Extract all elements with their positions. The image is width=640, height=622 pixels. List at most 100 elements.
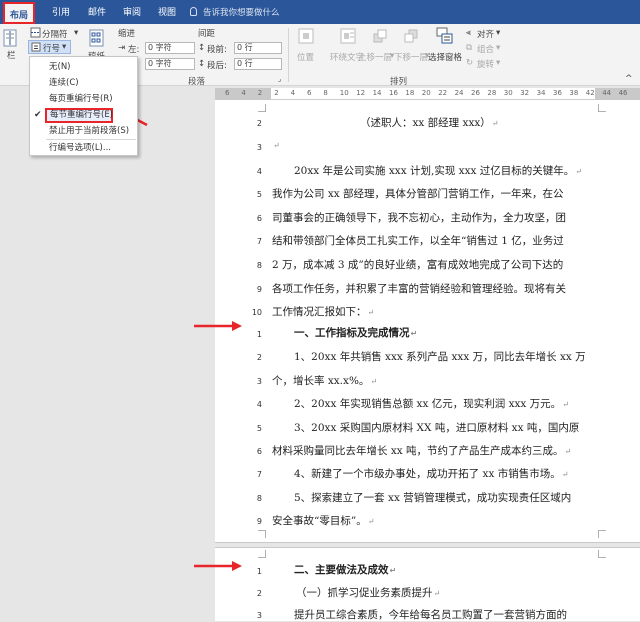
tab-review[interactable]: 审阅	[123, 5, 141, 18]
line-number: 5	[256, 190, 262, 199]
line-number: 8	[256, 261, 262, 270]
annotation-arrow-icon	[194, 321, 242, 331]
ruler-tick-label: 2	[257, 89, 263, 97]
align-button[interactable]: 对齐	[477, 28, 494, 40]
line-numbers-dropdown: 无(N) 连续(C) 每页重编行号(R) ✔ 每节重编行号(E) 禁止用于当前段…	[29, 56, 138, 156]
separator-icon	[30, 27, 41, 38]
indent-left-input[interactable]: 0 字符	[145, 42, 195, 54]
doc-line: 个，增长率 xx.x%。↵	[272, 375, 378, 387]
spacing-after-label: 段后:	[207, 61, 227, 71]
tab-view[interactable]: 视图	[158, 5, 176, 18]
tab-mailings[interactable]: 邮件	[88, 5, 106, 18]
menu-item-continuous[interactable]: 连续(C)	[30, 76, 137, 90]
checkmark-icon: ✔	[34, 110, 42, 120]
dialog-launcher-icon[interactable]: ⌟	[278, 75, 281, 83]
ruler-tick-label: 42	[585, 89, 595, 97]
spacing-after-input[interactable]: 0 行	[234, 58, 282, 70]
document-background	[0, 86, 215, 621]
group-button[interactable]: 组合	[477, 43, 494, 55]
chevron-down-icon: ▾	[74, 28, 79, 38]
rotate-button[interactable]: 旋转	[477, 58, 494, 70]
tell-me-box[interactable]: 告诉我你想要做什么	[190, 6, 280, 18]
line-number: 4	[256, 400, 262, 409]
ruler-tick-label: 38	[569, 89, 579, 97]
send-backward-button[interactable]: 下移一层	[394, 51, 428, 63]
draft-paper-icon[interactable]	[89, 29, 104, 47]
ruler-tick-label: 34	[536, 89, 546, 97]
spacing-after-icon: ↕	[198, 59, 206, 69]
chevron-down-icon: ▾	[496, 43, 501, 53]
doc-line: 材料采购量同比去年增长 xx 吨，节约了产品生产成本约三成。↵	[272, 445, 572, 457]
margin-corner-mark	[598, 530, 606, 538]
line-number: 2	[256, 353, 262, 362]
doc-line: 2、20xx 年实现销售总额 xx 亿元，现实利润 xxx 万元。↵	[294, 398, 569, 410]
position-button[interactable]: 位置	[297, 51, 314, 63]
horizontal-ruler[interactable]: 6 4 2 2 4 6 8 10 12 14 16 18 20 22 24 26 28 30 32 34 36 38 42 4…	[215, 88, 640, 100]
group-icon: ⧉	[466, 43, 473, 53]
doc-line: 提升员工综合素质，今年给每名员工购置了一套营销方面的	[294, 609, 567, 621]
margin-corner-mark	[598, 550, 606, 558]
indent-right-input[interactable]: 0 字符	[145, 58, 195, 70]
ruler-tick-label: 22	[438, 89, 448, 97]
menu-item-none[interactable]: 无(N)	[30, 60, 137, 74]
menu-item-restart-each-section[interactable]: 每节重编行号(E)	[45, 108, 113, 123]
ruler-tick-label: 32	[520, 89, 530, 97]
page-break-gap	[215, 542, 640, 548]
annotation-arrow-icon	[194, 561, 242, 571]
section-heading: 二、主要做法及成效↵	[294, 564, 397, 576]
line-number: 1	[256, 567, 262, 576]
ruler-tick-label: 2	[274, 89, 279, 97]
ruler-tick-label: 14	[372, 89, 382, 97]
line-numbers-label: 行号	[43, 44, 61, 54]
doc-line: 3、20xx 采购国内原材料 XX 吨，进口原材料 xx 吨，国内原	[294, 422, 580, 434]
doc-line: 1、20xx 年共销售 xxx 系列产品 xxx 万，同比去年增长 xx 万	[294, 351, 586, 363]
ruler-tick-label: 20	[421, 89, 431, 97]
tell-me-text: 告诉我你想要做什么	[203, 8, 280, 18]
selection-pane-button[interactable]: 选择窗格	[428, 51, 462, 63]
ruler-tick-label: 44	[602, 89, 612, 97]
ruler-tick-label: 4	[290, 89, 296, 97]
ruler-tick-label: 6	[307, 89, 312, 97]
doc-line: 司董事会的正确领导下，我不忘初心，主动作为，全力攻坚，团	[272, 212, 566, 224]
chevron-down-icon: ▾	[496, 58, 501, 68]
ruler-tick-label: 46	[618, 89, 628, 97]
ruler-tick-label: 16	[389, 89, 398, 97]
doc-line: ↵	[273, 141, 280, 150]
wrap-text-icon	[340, 28, 356, 44]
ruler-tick-label: 26	[471, 89, 480, 97]
bring-forward-icon	[373, 29, 387, 43]
ruler-tick-label: 6	[225, 89, 230, 97]
indent-left-label: 左:	[128, 45, 140, 55]
margin-corner-mark	[598, 104, 606, 112]
group-separator	[288, 28, 289, 82]
separator-button[interactable]: 分隔符	[42, 28, 68, 40]
line-number: 10	[251, 308, 262, 317]
chevron-down-icon: ▾	[496, 28, 501, 38]
indent-left-icon: ⇥	[118, 43, 126, 53]
bring-forward-button[interactable]: 上移一层	[358, 51, 392, 63]
section-heading: 一、工作指标及完成情况↵	[294, 327, 418, 339]
spacing-before-input[interactable]: 0 行	[234, 42, 282, 54]
menu-item-line-numbering-options[interactable]: 行编号选项(L)...	[30, 141, 137, 155]
doc-line: 2 万，成本减 3 成”的良好业绩，富有成效地完成了公司下达的	[272, 259, 564, 271]
ruler-tick-label: 8	[323, 89, 328, 97]
doc-line: 5、探索建立了一套 xx 营销管理模式，成功实现责任区域内	[294, 492, 572, 504]
ruler-tick-label: 28	[487, 89, 497, 97]
collapse-ribbon-icon[interactable]: ^	[625, 74, 633, 84]
tab-references[interactable]: 引用	[52, 5, 70, 18]
doc-line: 各项工作任务，并积累了丰富的营销经验和管理经验。现将有关	[272, 283, 566, 295]
ruler-tick-label: 36	[553, 89, 562, 97]
indent-title: 缩进	[118, 29, 136, 39]
ribbon-tab-bar: 布局 引用 邮件 审阅 视图 告诉我你想要做什么	[0, 0, 640, 24]
line-number: 6	[256, 214, 262, 223]
doc-line: 结和带领部门全体员工扎实工作，以全年“销售过 1 亿，业务过	[272, 235, 564, 247]
menu-item-suppress-current-paragraph[interactable]: 禁止用于当前段落(S)	[30, 124, 137, 138]
line-number: 7	[256, 237, 262, 246]
line-number: 3	[256, 611, 262, 620]
tab-layout[interactable]: 布局	[3, 2, 36, 24]
chevron-down-icon: ▾	[62, 42, 67, 52]
selection-pane-icon	[436, 27, 453, 44]
menu-item-restart-each-page[interactable]: 每页重编行号(R)	[30, 92, 137, 106]
columns-icon[interactable]	[3, 29, 17, 47]
spacing-before-icon: ↕	[198, 43, 206, 53]
